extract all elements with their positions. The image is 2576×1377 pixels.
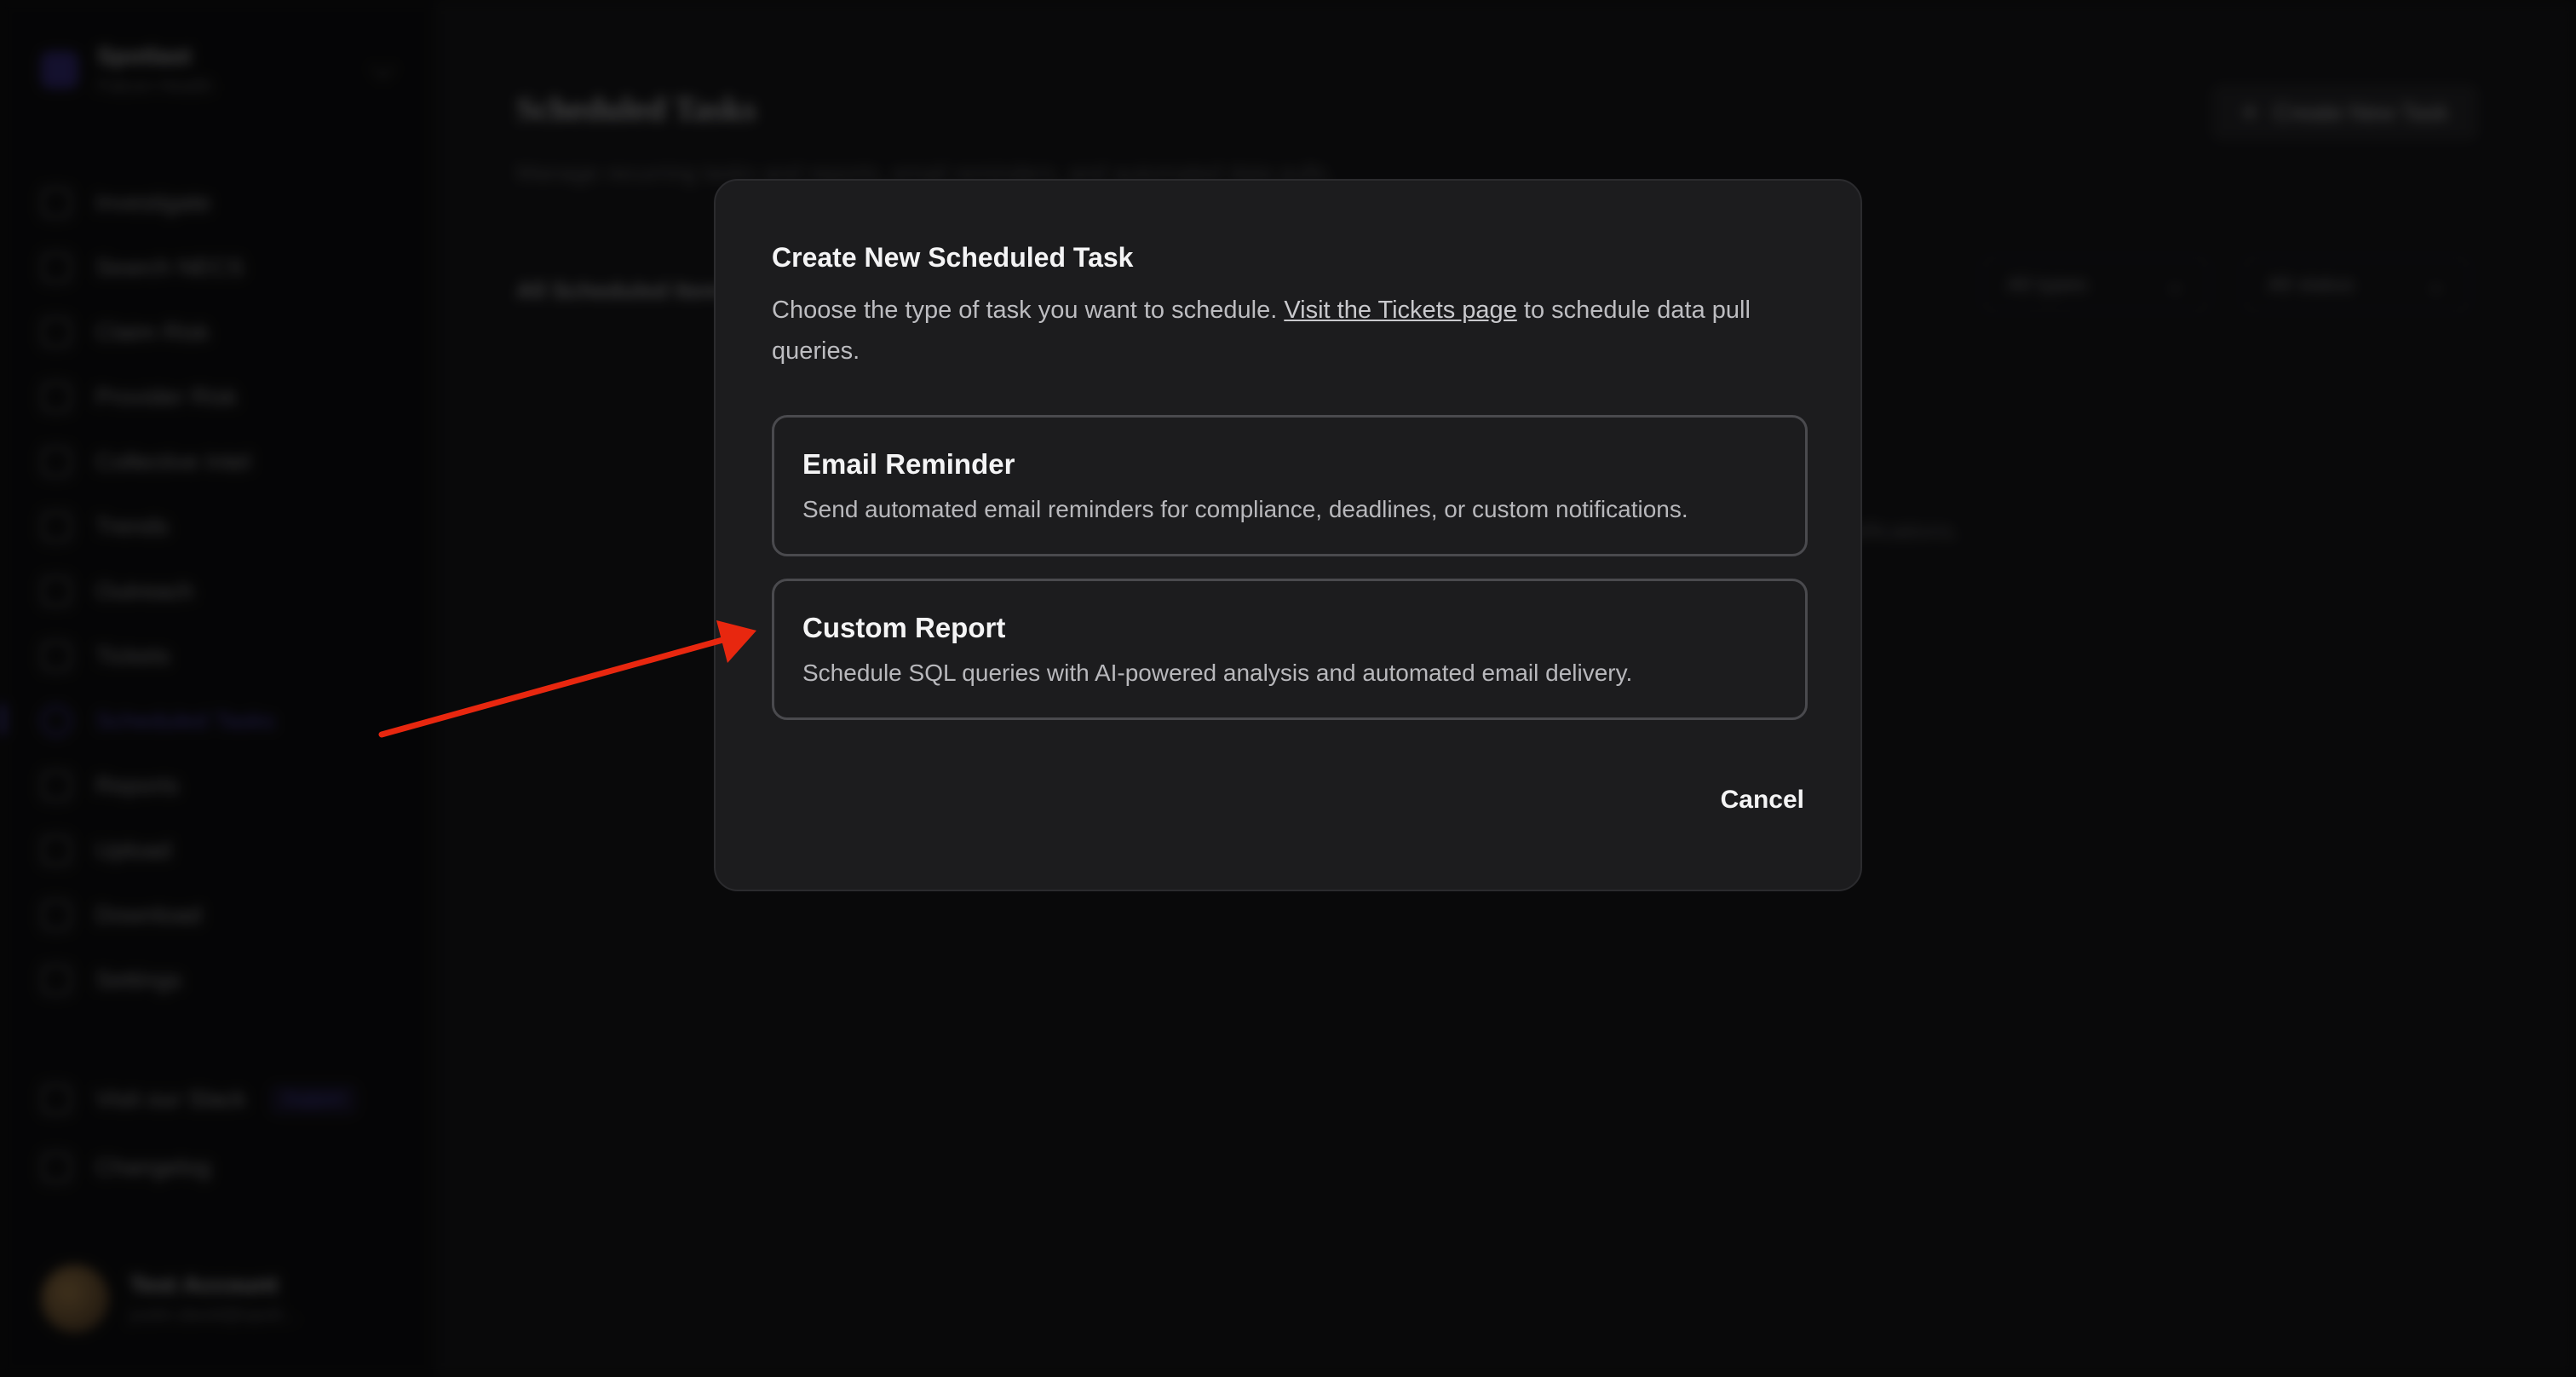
create-task-dialog: Create New Scheduled Task Choose the typ…	[714, 179, 1862, 891]
option-description: Schedule SQL queries with AI-powered ana…	[802, 660, 1633, 686]
option-title: Email Reminder	[802, 448, 1015, 480]
email-reminder-option[interactable]: Email Reminder Send automated email remi…	[772, 415, 1808, 556]
tickets-page-link[interactable]: Visit the Tickets page	[1284, 297, 1517, 324]
dialog-desc-text: Choose the type of task you want to sche…	[772, 297, 1285, 324]
option-title: Custom Report	[802, 612, 1006, 643]
cancel-button[interactable]: Cancel	[1721, 786, 1804, 815]
custom-report-option[interactable]: Custom Report Schedule SQL queries with …	[772, 579, 1808, 720]
option-description: Send automated email reminders for compl…	[802, 496, 1688, 522]
dialog-title: Create New Scheduled Task	[772, 242, 1134, 273]
dialog-description: Choose the type of task you want to sche…	[772, 290, 1794, 372]
